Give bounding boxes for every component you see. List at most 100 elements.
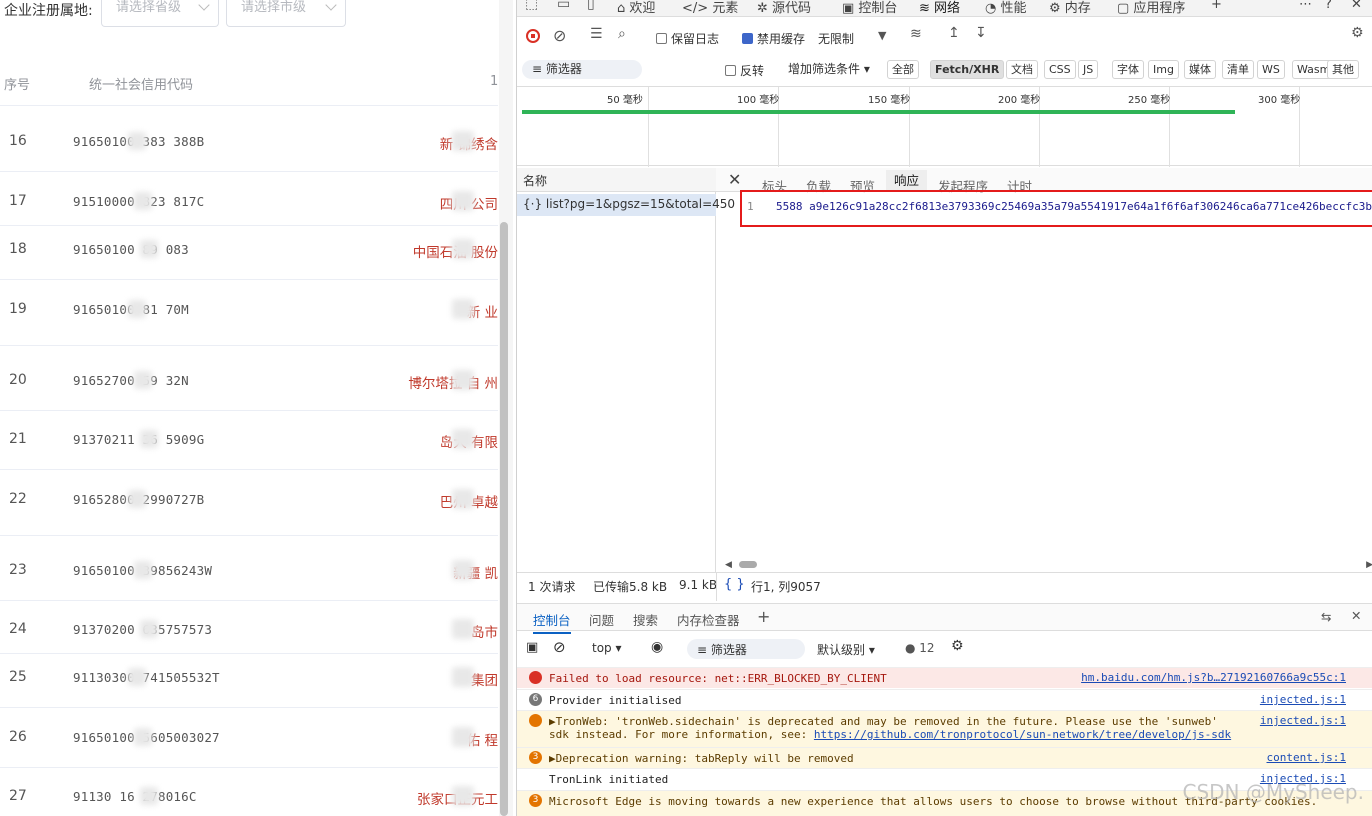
timeline-tick-label: 150 毫秒 — [868, 95, 911, 106]
device-icon[interactable]: ▭ — [557, 0, 570, 12]
console-message[interactable]: ▶Deprecation warning: tabReply will be r… — [517, 747, 1372, 768]
console-source-link[interactable]: injected.js:1 — [1260, 714, 1346, 727]
type-filter-1[interactable]: Fetch/XHR — [930, 60, 1005, 79]
type-filter-4[interactable]: JS — [1078, 60, 1099, 79]
tab-label: 源代码 — [772, 1, 812, 16]
tab-elements[interactable]: </> 元素 — [682, 0, 738, 16]
web-page-panel: 企业注册属地: 请选择省级 请选择市级 序号 统一社会信用代码 1 16 9165… — [0, 0, 516, 816]
network-filter-input[interactable]: ≡ 筛选器 — [522, 60, 642, 79]
city-placeholder: 请选择市级 — [241, 0, 307, 15]
dock-icon[interactable]: ▯ — [587, 0, 595, 12]
search-icon[interactable]: ⌕ — [618, 26, 626, 42]
upload-icon[interactable]: ↥ — [948, 25, 960, 41]
throttle-dropdown-icon[interactable]: ▼ — [878, 29, 886, 42]
filter-icon: ≡ — [697, 643, 708, 657]
type-filter-9[interactable]: WS — [1257, 60, 1285, 79]
request-count: 1 次请求 — [528, 580, 576, 594]
disable-cache-checkbox[interactable]: 禁用缓存 — [742, 30, 805, 47]
network-timeline: 50 毫秒 100 毫秒 150 毫秒 200 毫秒 250 毫秒 300 毫秒 — [517, 86, 1372, 167]
tab-sources[interactable]: ✲ 源代码 — [757, 0, 811, 16]
redaction-blur — [128, 300, 146, 318]
drawer-tab-1[interactable]: 问题 — [589, 610, 614, 629]
tab-console[interactable]: ▣ 控制台 — [842, 0, 897, 16]
throttle-select[interactable]: 无限制 — [818, 30, 854, 47]
hscroll-thumb[interactable] — [739, 561, 757, 568]
row-company-name[interactable]: 集团 — [471, 669, 498, 689]
filter-icon: ≡ — [532, 62, 543, 76]
console-message-text: TronLink initiated — [549, 773, 669, 786]
console-message[interactable]: Provider initialised — [517, 689, 1372, 710]
help-icon[interactable]: ? — [1325, 0, 1332, 12]
download-icon[interactable]: ↧ — [975, 25, 987, 41]
type-filter-8[interactable]: 清单 — [1222, 60, 1254, 79]
type-filter-2[interactable]: 文档 — [1006, 60, 1038, 79]
type-filter-5[interactable]: 字体 — [1112, 60, 1144, 79]
redaction-blur — [452, 131, 474, 151]
tab-performance[interactable]: ◔ 性能 — [985, 0, 1027, 16]
console-message-text: sdk instead. For more information, see: — [549, 728, 814, 741]
response-hscrollbar[interactable]: ◀ ▶ — [723, 560, 1372, 570]
wifi-settings-icon[interactable]: ≋ — [910, 26, 922, 42]
settings-gear-icon[interactable]: ⚙ — [1351, 25, 1364, 41]
context-select[interactable]: top ▾ — [592, 641, 622, 655]
console-filter-input[interactable]: ≡ 筛选器 — [687, 639, 805, 659]
type-filter-11[interactable]: 其他 — [1327, 60, 1359, 79]
inspect-icon[interactable]: ⬚ — [525, 0, 538, 12]
more-menu-icon[interactable]: ⋯ — [1299, 0, 1312, 12]
tab-label: 内存 — [1064, 1, 1091, 16]
pretty-print-button[interactable]: { } — [724, 577, 745, 592]
close-icon[interactable]: ✕ — [728, 170, 741, 189]
page-scrollbar-thumb[interactable] — [500, 222, 508, 816]
tab-network[interactable]: ≋ 网络 — [919, 0, 960, 16]
filter-settings-icon[interactable]: ☰ — [590, 26, 603, 42]
log-level-select[interactable]: 默认级别 ▾ — [817, 641, 875, 658]
invert-checkbox[interactable]: 反转 — [725, 62, 764, 79]
close-icon[interactable]: ✕ — [1351, 608, 1361, 623]
console-message[interactable]: ▶TronWeb: 'tronWeb.sidechain' is depreca… — [517, 710, 1372, 747]
redaction-blur — [452, 191, 474, 211]
redaction-blur — [140, 240, 158, 258]
issues-counter[interactable]: ● 12 — [905, 641, 935, 655]
tab-welcome[interactable]: ⌂ 欢迎 — [617, 0, 655, 16]
console-source-link[interactable]: content.js:1 — [1267, 751, 1346, 764]
province-select[interactable]: 请选择省级 — [101, 0, 219, 27]
type-filter-0[interactable]: 全部 — [887, 60, 919, 79]
drawer-tab-0[interactable]: 控制台 — [533, 610, 571, 634]
drawer-tab-2[interactable]: 搜索 — [633, 610, 658, 629]
scroll-left-icon[interactable]: ◀ — [725, 560, 732, 570]
redaction-blur — [452, 489, 474, 509]
console-link[interactable]: https://github.com/tronprotocol/sun-netw… — [814, 728, 1231, 741]
clear-console-icon[interactable]: ⊘ — [553, 638, 566, 656]
more-tabs-icon[interactable]: + — [1211, 0, 1222, 12]
row-divider — [0, 410, 498, 411]
console-settings-gear-icon[interactable]: ⚙ — [951, 638, 964, 654]
sidebar-toggle-icon[interactable]: ▣ — [526, 640, 538, 655]
city-select[interactable]: 请选择市级 — [226, 0, 346, 27]
type-filter-3[interactable]: CSS — [1044, 60, 1076, 79]
record-icon[interactable] — [526, 29, 540, 43]
console-filter-placeholder: 筛选器 — [710, 643, 747, 657]
clear-icon[interactable]: ⊘ — [553, 26, 566, 45]
type-filter-7[interactable]: 媒体 — [1184, 60, 1216, 79]
drawer-tab-3[interactable]: 内存检查器 — [677, 610, 740, 629]
more-filters-dropdown[interactable]: 增加筛选条件 ▾ — [788, 60, 870, 77]
preserve-log-checkbox[interactable]: 保留日志 — [656, 30, 719, 47]
scroll-right-icon[interactable]: ▶ — [1366, 560, 1372, 570]
tab-application[interactable]: ▢ 应用程序 — [1117, 0, 1185, 16]
close-icon[interactable]: ✕ — [1351, 0, 1362, 12]
redaction-blur — [452, 370, 474, 390]
tab-memory[interactable]: ⚙ 内存 — [1049, 0, 1091, 16]
xhr-icon: {·} — [523, 197, 543, 211]
redaction-blur — [134, 561, 152, 579]
row-company-name[interactable]: 岛市 — [471, 621, 498, 641]
type-filter-6[interactable]: Img — [1148, 60, 1179, 79]
console-source-link[interactable]: injected.js:1 — [1260, 693, 1346, 706]
request-detail-panel — [716, 168, 1372, 572]
console-source-link[interactable]: hm.baidu.com/hm.js?b…27192160766a9c55c:1 — [1081, 671, 1346, 684]
detail-tab-3[interactable]: 响应 — [886, 170, 928, 192]
request-row[interactable]: {·} list?pg=1&pgsz=15&total=450 — [517, 194, 735, 216]
add-drawer-tab-icon[interactable]: + — [757, 607, 770, 626]
response-text[interactable]: 5588 a9e126c91a28cc2f6813e3793369c25469a… — [776, 200, 1372, 213]
live-expression-eye-icon[interactable]: ◉ — [651, 639, 663, 655]
dock-drawer-icon[interactable]: ⇆ — [1321, 609, 1331, 624]
